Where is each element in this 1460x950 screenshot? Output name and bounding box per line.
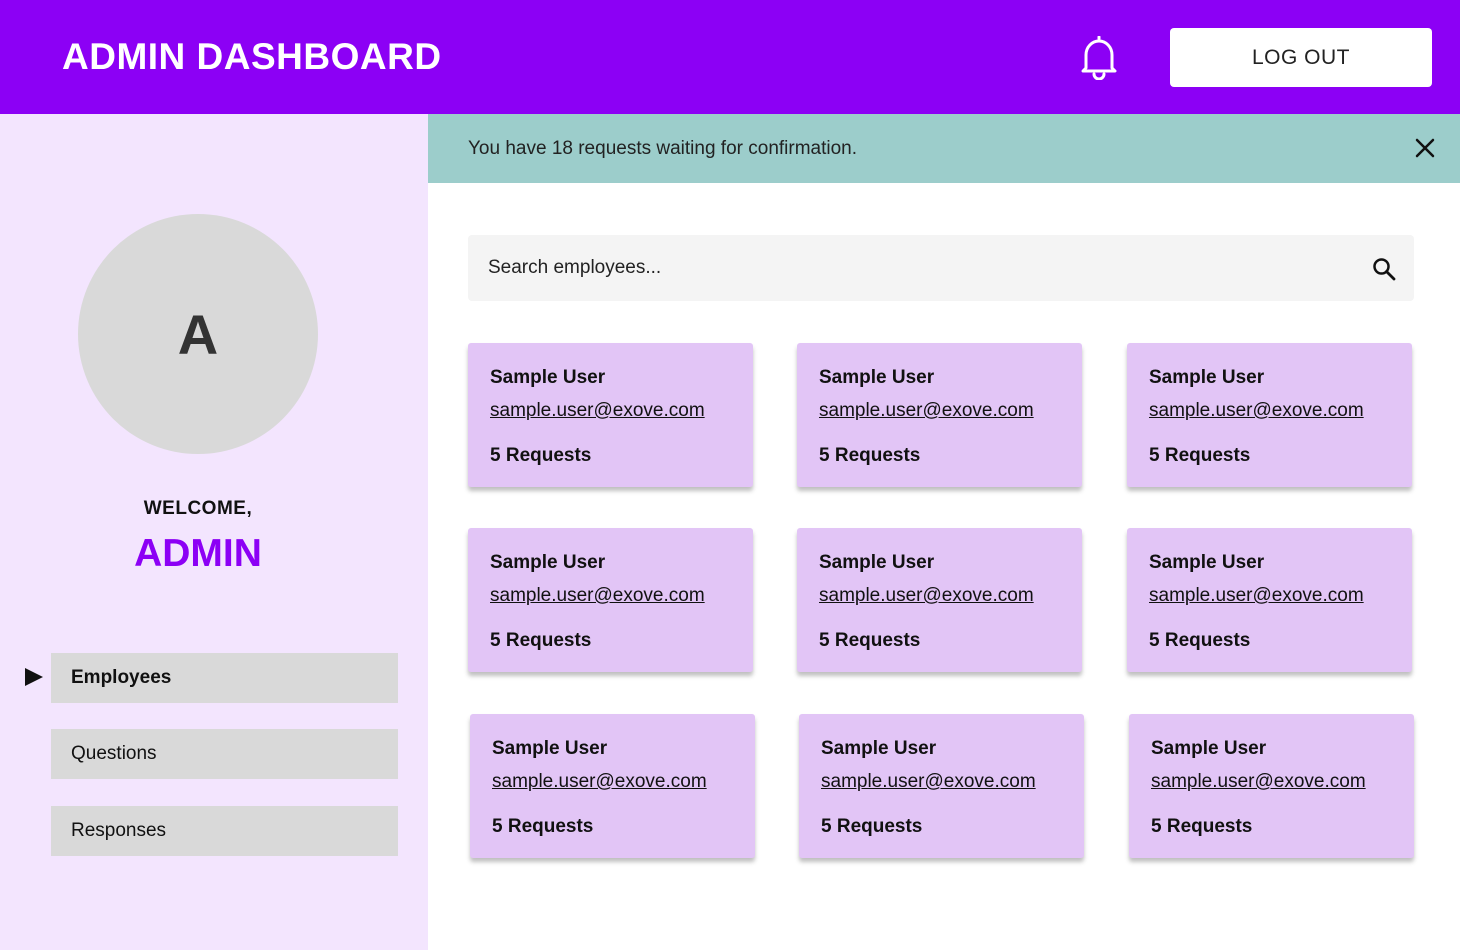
- employee-email-link[interactable]: sample.user@exove.com: [821, 771, 1036, 793]
- employee-request-count: 5 Requests: [492, 816, 594, 837]
- employee-email-link[interactable]: sample.user@exove.com: [490, 400, 705, 422]
- sidebar-item-label: Responses: [71, 820, 167, 841]
- employee-email-link[interactable]: sample.user@exove.com: [490, 585, 705, 607]
- employee-email-link[interactable]: sample.user@exove.com: [1149, 400, 1364, 422]
- employee-card[interactable]: Sample User sample.user@exove.com 5 Requ…: [797, 528, 1082, 672]
- employee-card[interactable]: Sample User sample.user@exove.com 5 Requ…: [470, 714, 755, 858]
- welcome-label: WELCOME,: [143, 498, 253, 519]
- search-bar: [468, 235, 1414, 301]
- sidebar-item-label: Employees: [71, 667, 172, 688]
- employee-name: Sample User: [821, 738, 937, 759]
- close-icon[interactable]: [1414, 137, 1436, 159]
- avatar: A: [78, 214, 318, 454]
- sidebar-item-label: Questions: [71, 743, 157, 764]
- employee-name: Sample User: [1151, 738, 1267, 759]
- employee-name: Sample User: [490, 552, 606, 573]
- sidebar: A WELCOME, ADMIN Employees Questions Res…: [0, 114, 428, 950]
- employee-request-count: 5 Requests: [490, 630, 592, 651]
- active-indicator-icon: [25, 668, 43, 686]
- employee-email-link[interactable]: sample.user@exove.com: [819, 585, 1034, 607]
- employee-email-link[interactable]: sample.user@exove.com: [492, 771, 707, 793]
- employee-card[interactable]: Sample User sample.user@exove.com 5 Requ…: [468, 528, 753, 672]
- employee-request-count: 5 Requests: [1151, 816, 1253, 837]
- logout-button[interactable]: LOG OUT: [1170, 28, 1432, 87]
- employee-name: Sample User: [490, 367, 606, 388]
- employee-request-count: 5 Requests: [821, 816, 923, 837]
- employee-request-count: 5 Requests: [819, 630, 921, 651]
- employee-request-count: 5 Requests: [819, 445, 921, 466]
- search-icon[interactable]: [1372, 257, 1396, 281]
- employee-card[interactable]: Sample User sample.user@exove.com 5 Requ…: [1127, 343, 1412, 487]
- employee-card[interactable]: Sample User sample.user@exove.com 5 Requ…: [1129, 714, 1414, 858]
- employee-request-count: 5 Requests: [490, 445, 592, 466]
- employee-email-link[interactable]: sample.user@exove.com: [819, 400, 1034, 422]
- top-header: ADMIN DASHBOARD LOG OUT: [0, 0, 1460, 114]
- employee-card[interactable]: Sample User sample.user@exove.com 5 Requ…: [468, 343, 753, 487]
- notification-banner: You have 18 requests waiting for confirm…: [428, 114, 1460, 183]
- search-input[interactable]: [468, 235, 1348, 301]
- avatar-initial: A: [177, 302, 219, 366]
- sidebar-item-responses[interactable]: Responses: [51, 806, 398, 856]
- employee-name: Sample User: [1149, 367, 1265, 388]
- employee-request-count: 5 Requests: [1149, 630, 1251, 651]
- employee-card[interactable]: Sample User sample.user@exove.com 5 Requ…: [799, 714, 1084, 858]
- employee-email-link[interactable]: sample.user@exove.com: [1151, 771, 1366, 793]
- employee-name: Sample User: [1149, 552, 1265, 573]
- employee-name: Sample User: [819, 367, 935, 388]
- employee-card[interactable]: Sample User sample.user@exove.com 5 Requ…: [797, 343, 1082, 487]
- bell-icon[interactable]: [1078, 35, 1120, 81]
- employee-name: Sample User: [492, 738, 608, 759]
- employee-card[interactable]: Sample User sample.user@exove.com 5 Requ…: [1127, 528, 1412, 672]
- page-title: ADMIN DASHBOARD: [62, 36, 442, 77]
- employee-request-count: 5 Requests: [1149, 445, 1251, 466]
- employee-email-link[interactable]: sample.user@exove.com: [1149, 585, 1364, 607]
- sidebar-item-employees[interactable]: Employees: [51, 653, 398, 703]
- sidebar-item-questions[interactable]: Questions: [51, 729, 398, 779]
- banner-message: You have 18 requests waiting for confirm…: [468, 138, 858, 159]
- employee-name: Sample User: [819, 552, 935, 573]
- user-name: ADMIN: [134, 532, 262, 575]
